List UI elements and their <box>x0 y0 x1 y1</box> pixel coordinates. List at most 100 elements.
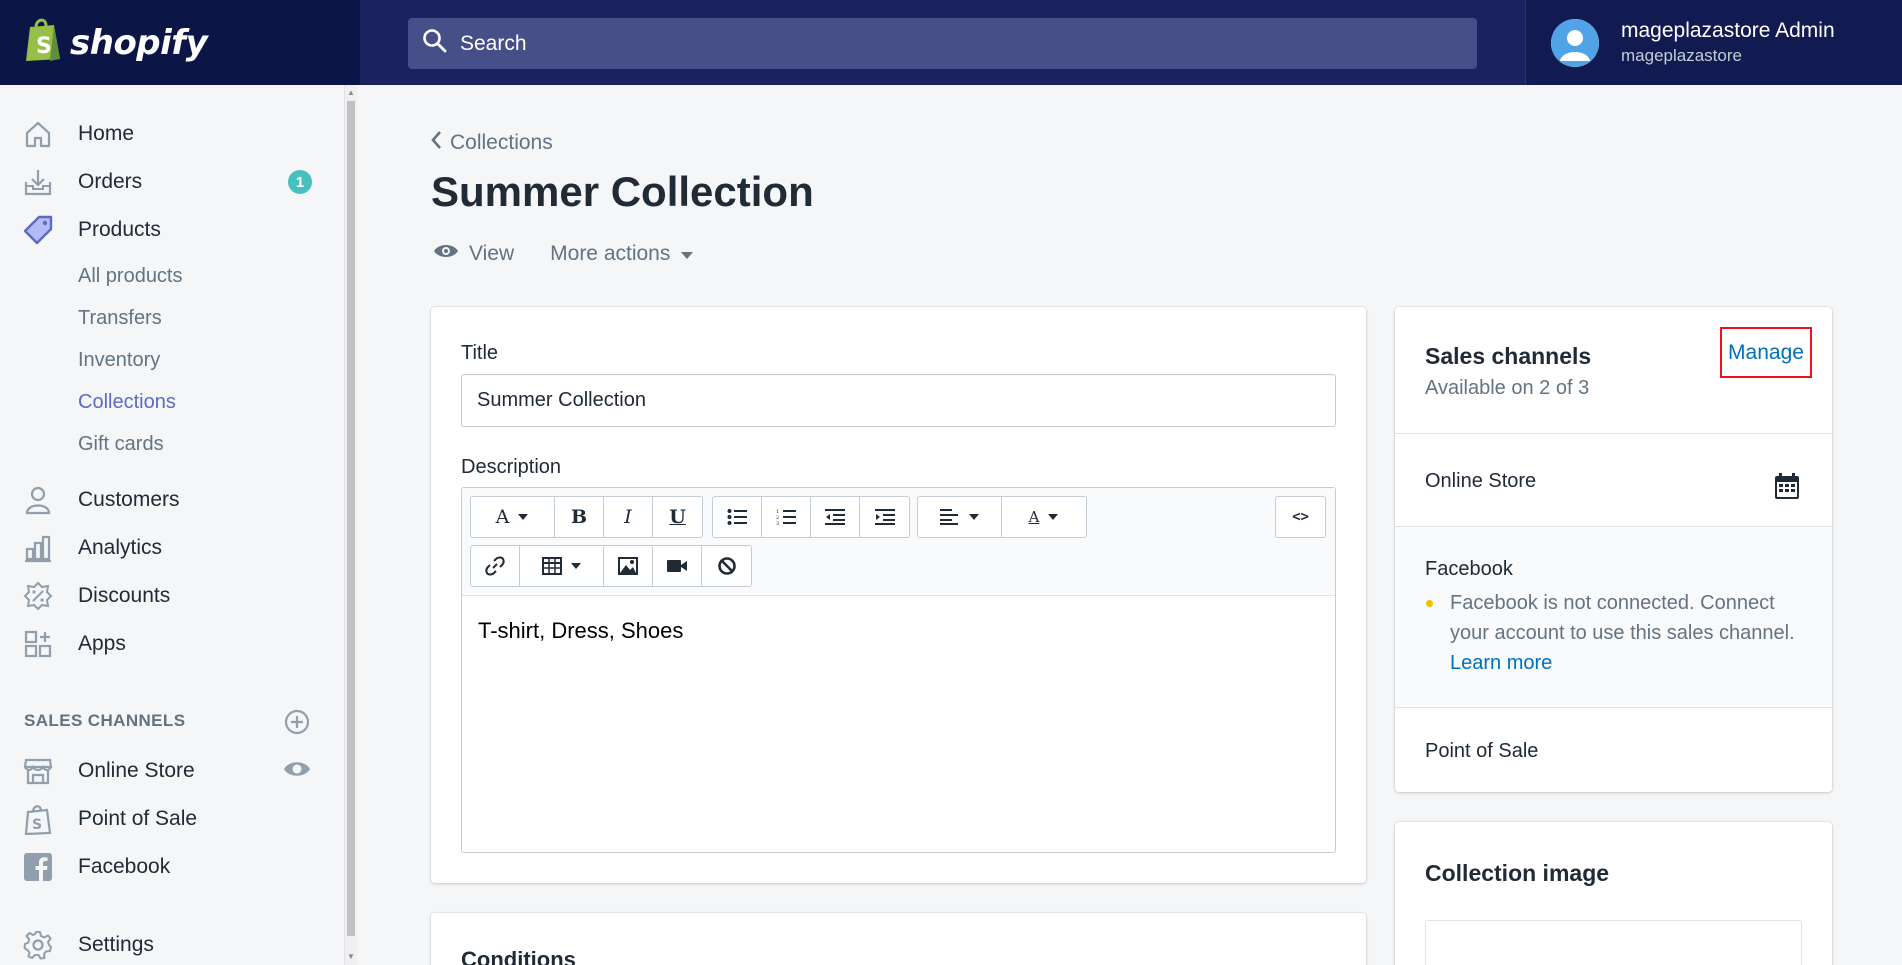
sidebar-item-label: Discounts <box>78 584 171 607</box>
italic-button[interactable]: I <box>604 497 653 537</box>
learn-more-link[interactable]: Learn more <box>1450 652 1552 674</box>
channel-facebook: Facebook <box>1425 558 1513 580</box>
sidebar-item-analytics[interactable]: Analytics <box>0 526 320 570</box>
title-field[interactable]: Summer Collection <box>461 374 1336 427</box>
sidebar-item-label: Point of Sale <box>78 807 198 830</box>
scroll-thumb[interactable] <box>347 101 355 936</box>
font-group: A B I U <box>470 496 703 538</box>
sidebar-item-customers[interactable]: Customers <box>0 478 320 522</box>
sidebar-sub-all-products[interactable]: All products <box>78 265 183 288</box>
user-menu[interactable]: mageplazastore Admin mageplazastore <box>1525 0 1902 85</box>
sidebar-item-label: Online Store <box>78 759 195 782</box>
sidebar-item-products[interactable]: Products <box>0 208 320 252</box>
font-size-button[interactable]: A <box>471 497 555 537</box>
image-dropzone[interactable] <box>1425 920 1802 965</box>
bold-icon: B <box>570 506 588 528</box>
underline-button[interactable]: U <box>653 497 702 537</box>
bold-button[interactable]: B <box>555 497 604 537</box>
sidebar-scrollbar[interactable]: ▲ ▼ <box>345 85 357 965</box>
view-button[interactable]: View <box>433 242 514 266</box>
sidebar-item-orders[interactable]: Orders 1 <box>0 160 320 204</box>
image-button[interactable] <box>604 546 653 586</box>
search-input[interactable]: Search <box>408 18 1477 69</box>
facebook-note-text: Facebook is not connected. Connect your … <box>1450 592 1795 644</box>
align-button[interactable] <box>918 497 1002 537</box>
add-channel-icon[interactable] <box>284 709 310 740</box>
sidebar-sub-gift-cards[interactable]: Gift cards <box>78 433 164 456</box>
link-button[interactable] <box>471 546 520 586</box>
breadcrumb-label: Collections <box>450 131 553 154</box>
sidebar-item-label: Products <box>78 218 161 241</box>
editor-toolbar: A B I U 123 A <> <box>462 488 1335 596</box>
underline-icon: U <box>669 506 686 528</box>
outdent-icon <box>825 509 845 525</box>
search-placeholder: Search <box>460 31 527 55</box>
indent-button[interactable] <box>860 497 909 537</box>
font-icon: A <box>495 506 510 528</box>
remove-format-button[interactable] <box>702 546 751 586</box>
numbered-list-button[interactable]: 123 <box>762 497 811 537</box>
person-icon <box>22 484 54 516</box>
sidebar-sub-transfers[interactable]: Transfers <box>78 307 162 330</box>
sidebar-item-facebook[interactable]: Facebook <box>0 845 320 889</box>
collection-image-heading: Collection image <box>1425 860 1610 886</box>
sidebar-item-label: Home <box>78 122 135 145</box>
sidebar-item-point-of-sale[interactable]: S Point of Sale <box>0 797 320 841</box>
sidebar-item-settings[interactable]: Settings <box>0 923 320 965</box>
align-color-group: A <box>917 496 1087 538</box>
collection-image-card: Collection image <box>1395 822 1832 965</box>
user-name: mageplazastore Admin <box>1621 19 1835 42</box>
title-value: Summer Collection <box>477 389 646 411</box>
sidebar-item-label: Orders <box>78 170 143 193</box>
sidebar-item-label: Facebook <box>78 855 171 878</box>
bullet-list-icon <box>727 509 747 525</box>
breadcrumb[interactable]: Collections <box>430 130 553 156</box>
orders-icon <box>22 166 54 198</box>
numbered-list-icon: 123 <box>776 509 796 526</box>
description-text[interactable]: T-shirt, Dress, Shoes <box>478 618 683 644</box>
facebook-icon <box>22 851 54 883</box>
description-label: Description <box>461 456 562 478</box>
no-format-icon <box>717 557 736 575</box>
sidebar-sub-inventory[interactable]: Inventory <box>78 349 160 372</box>
search-icon <box>422 28 448 59</box>
text-color-button[interactable]: A <box>1002 497 1086 537</box>
code-view-button[interactable]: <> <box>1276 497 1325 537</box>
scroll-up-arrow[interactable]: ▲ <box>347 88 355 97</box>
sidebar: Home Orders 1 Products All products Tran… <box>0 85 345 965</box>
eye-icon[interactable] <box>283 759 311 784</box>
caret-down-icon <box>1048 514 1059 520</box>
svg-text:S: S <box>36 34 52 59</box>
scroll-down-arrow[interactable]: ▼ <box>347 952 355 961</box>
svg-text:3: 3 <box>776 521 779 526</box>
text-color-icon: A <box>1028 508 1040 526</box>
user-store: mageplazastore <box>1621 46 1742 65</box>
sidebar-item-home[interactable]: Home <box>0 112 320 156</box>
discount-icon <box>22 580 54 612</box>
svg-text:S: S <box>32 817 42 833</box>
eye-icon <box>433 242 459 266</box>
code-group: <> <box>1275 496 1326 538</box>
channel-point-of-sale: Point of Sale <box>1425 740 1539 762</box>
manage-link[interactable]: Manage <box>1728 341 1804 365</box>
tag-icon <box>22 214 54 246</box>
more-actions-button[interactable]: More actions <box>550 242 694 266</box>
sidebar-item-label: Apps <box>78 632 126 655</box>
description-editor: A B I U 123 A <> T-shirt, Dress, Shoes <box>461 487 1336 853</box>
italic-icon: I <box>624 506 632 528</box>
outdent-button[interactable] <box>811 497 860 537</box>
image-icon <box>618 557 638 575</box>
sidebar-item-online-store[interactable]: Online Store <box>0 749 320 793</box>
sidebar-item-apps[interactable]: Apps <box>0 622 320 666</box>
conditions-card: Conditions <box>431 913 1366 965</box>
sidebar-sub-collections[interactable]: Collections <box>78 391 176 414</box>
bullet-list-button[interactable] <box>713 497 762 537</box>
sidebar-item-discounts[interactable]: Discounts <box>0 574 320 618</box>
video-button[interactable] <box>653 546 702 586</box>
table-button[interactable] <box>520 546 604 586</box>
insert-group <box>470 545 752 587</box>
calendar-icon[interactable] <box>1774 472 1800 505</box>
brand[interactable]: S shopify <box>0 0 360 85</box>
sales-channels-heading: SALES CHANNELS <box>24 711 186 730</box>
channel-online-store: Online Store <box>1425 470 1537 492</box>
